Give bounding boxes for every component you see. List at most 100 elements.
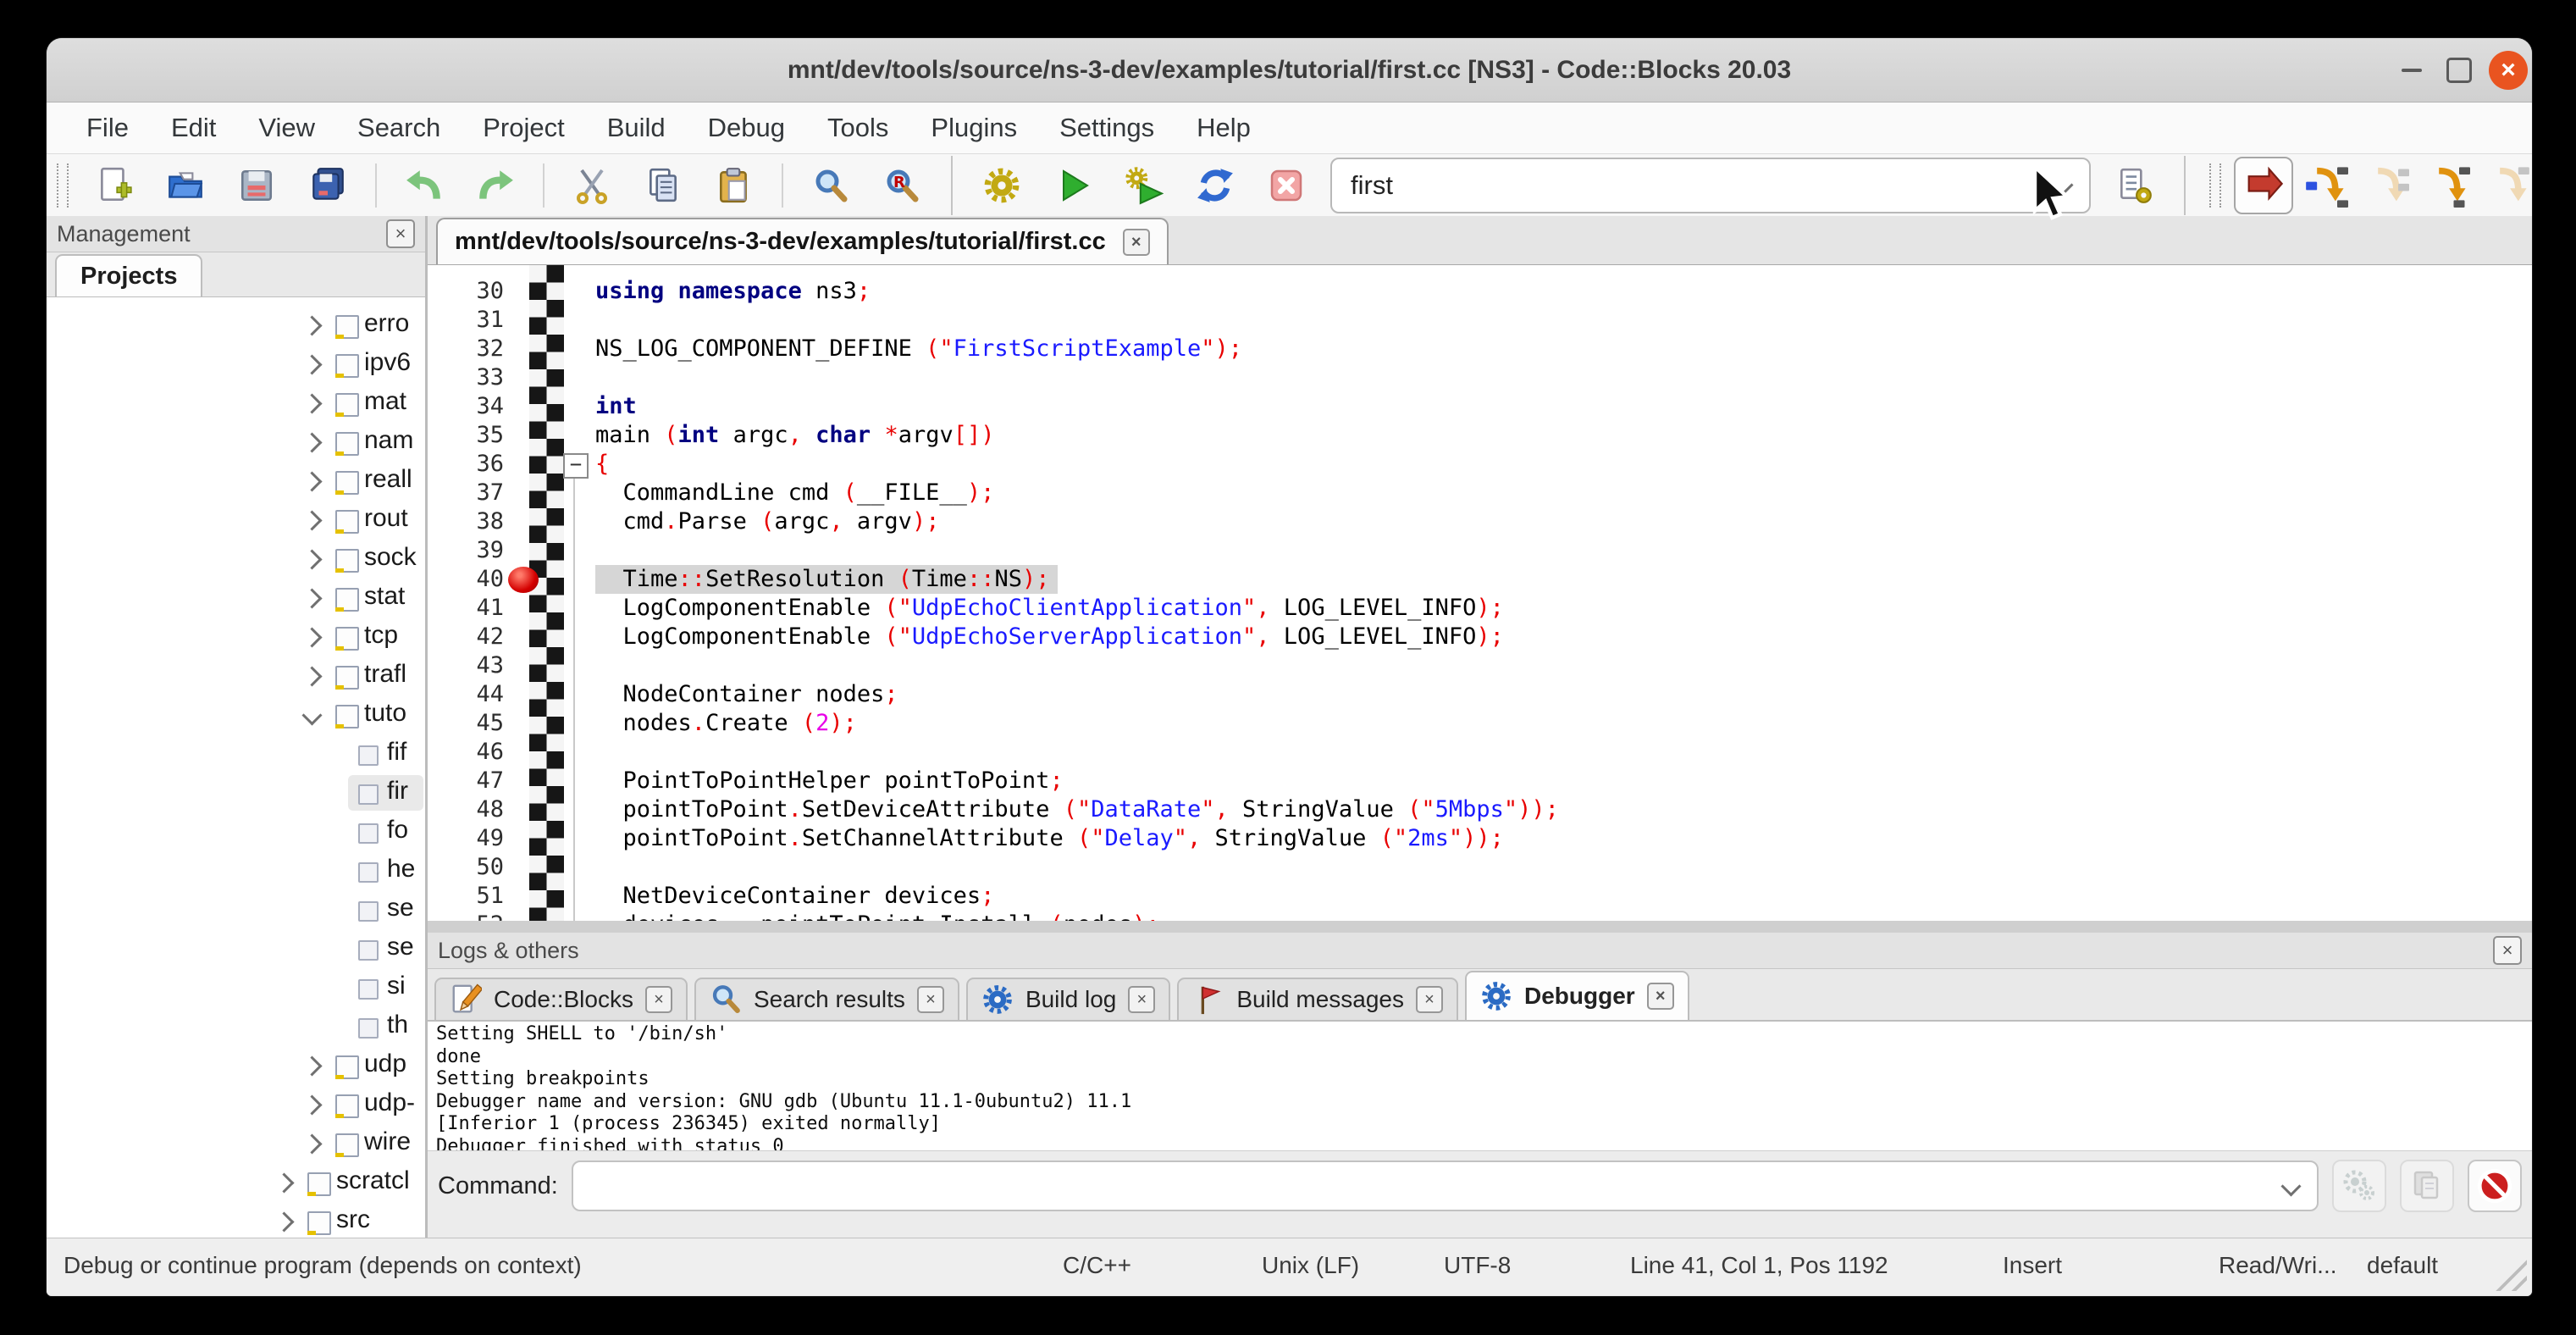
code-line-38[interactable]: 38 cmd.Parse (argc, argv);: [428, 507, 2532, 536]
step-out-button[interactable]: [2481, 158, 2532, 213]
code-line-31[interactable]: 31: [428, 306, 2532, 335]
stop-debugger-button[interactable]: [2468, 1160, 2522, 1212]
replace-button[interactable]: R: [880, 163, 924, 208]
code-line-34[interactable]: 34int: [428, 392, 2532, 421]
debugger-output[interactable]: Setting SHELL to '/bin/sh'doneSetting br…: [428, 1022, 2532, 1151]
tab-projects[interactable]: Projects: [55, 254, 202, 296]
code-line-43[interactable]: 43: [428, 651, 2532, 680]
tree-item-stat[interactable]: stat: [47, 579, 425, 618]
chevron-right-icon[interactable]: [301, 627, 322, 647]
breakpoint-marker[interactable]: [508, 567, 539, 593]
close-button[interactable]: ×: [2485, 38, 2532, 102]
tree-item-ipv6[interactable]: ipv6: [47, 345, 425, 384]
menu-help[interactable]: Help: [1175, 113, 1272, 143]
tree-item-fif[interactable]: fif: [47, 734, 425, 773]
rebuild-button[interactable]: [1193, 163, 1237, 208]
tree-item-he[interactable]: he: [47, 851, 425, 890]
tab-close-button[interactable]: ×: [1416, 986, 1443, 1013]
command-input[interactable]: [572, 1161, 2319, 1211]
tree-item-udp[interactable]: udp: [47, 1046, 425, 1085]
editor-tab-close-button[interactable]: ×: [1123, 229, 1150, 256]
chevron-right-icon[interactable]: [301, 666, 322, 686]
target-options-button[interactable]: [2113, 163, 2157, 208]
menu-debug[interactable]: Debug: [687, 113, 806, 143]
tree-item-wire[interactable]: wire: [47, 1124, 425, 1163]
menu-view[interactable]: View: [237, 113, 336, 143]
code-line-48[interactable]: 48 pointToPoint.SetDeviceAttribute ("Dat…: [428, 795, 2532, 824]
tab-search-results[interactable]: Search results×: [694, 978, 959, 1020]
build-target-combobox[interactable]: first: [1330, 158, 2091, 213]
build-button[interactable]: [980, 163, 1024, 208]
redo-button[interactable]: [473, 163, 517, 208]
chevron-right-icon[interactable]: [301, 1133, 322, 1154]
logs-close-button[interactable]: ×: [2493, 936, 2522, 965]
build-and-run-button[interactable]: [1122, 163, 1166, 208]
project-tree[interactable]: erroipv6matnamreallroutsockstattcptraflt…: [47, 297, 425, 1238]
tree-item-erro[interactable]: erro: [47, 306, 425, 345]
tree-item-mat[interactable]: mat: [47, 384, 425, 423]
chevron-right-icon[interactable]: [301, 549, 322, 569]
find-button[interactable]: [809, 163, 853, 208]
tree-item-udp-[interactable]: udp-: [47, 1085, 425, 1124]
resize-grip[interactable]: [2488, 1252, 2527, 1291]
code-line-50[interactable]: 50: [428, 853, 2532, 882]
chevron-right-icon[interactable]: [301, 393, 322, 413]
copy-log-button[interactable]: [2400, 1160, 2454, 1212]
debug-continue-button[interactable]: [2234, 157, 2293, 214]
chevron-right-icon[interactable]: [301, 1094, 322, 1115]
menu-build[interactable]: Build: [586, 113, 687, 143]
tree-item-rout[interactable]: rout: [47, 501, 425, 540]
code-line-52[interactable]: 52 devices = pointToPoint.Install (nodes…: [428, 911, 2532, 921]
tree-item-tuto[interactable]: tuto: [47, 695, 425, 734]
paste-button[interactable]: [712, 163, 756, 208]
minimize-button[interactable]: [2388, 38, 2435, 102]
step-into-button[interactable]: [2420, 158, 2476, 213]
tree-item-th[interactable]: th: [47, 1007, 425, 1046]
tree-item-reall[interactable]: reall: [47, 462, 425, 501]
chevron-right-icon[interactable]: [301, 1055, 322, 1076]
tree-item-sock[interactable]: sock: [47, 540, 425, 579]
toolbar-grip[interactable]: [57, 163, 69, 208]
tree-item-scratcl[interactable]: scratcl: [47, 1163, 425, 1202]
chevron-right-icon[interactable]: [301, 354, 322, 374]
chevron-right-icon[interactable]: [274, 1211, 294, 1232]
run-to-cursor-button[interactable]: [2298, 158, 2354, 213]
tab-build-log[interactable]: Build log×: [966, 978, 1170, 1020]
menu-file[interactable]: File: [65, 113, 150, 143]
tree-item-src[interactable]: src: [47, 1202, 425, 1238]
tree-item-trafl[interactable]: trafl: [47, 656, 425, 695]
tree-item-si[interactable]: si: [47, 968, 425, 1007]
code-line-39[interactable]: 39: [428, 536, 2532, 565]
run-button[interactable]: [1051, 163, 1095, 208]
save-all-button[interactable]: [306, 163, 350, 208]
code-line-44[interactable]: 44 NodeContainer nodes;: [428, 680, 2532, 709]
editor-tab-first-cc[interactable]: mnt/dev/tools/source/ns-3-dev/examples/t…: [436, 218, 1169, 264]
code-line-49[interactable]: 49 pointToPoint.SetChannelAttribute ("De…: [428, 824, 2532, 853]
tab-close-button[interactable]: ×: [1128, 986, 1155, 1013]
code-line-30[interactable]: 30using namespace ns3;: [428, 277, 2532, 306]
fold-marker[interactable]: −: [563, 453, 589, 479]
menu-project[interactable]: Project: [462, 113, 585, 143]
code-line-51[interactable]: 51 NetDeviceContainer devices;: [428, 882, 2532, 911]
code-line-47[interactable]: 47 PointToPointHelper pointToPoint;: [428, 767, 2532, 795]
code-line-40[interactable]: 40 Time::SetResolution (Time::NS);: [428, 565, 2532, 594]
cut-button[interactable]: [570, 163, 614, 208]
code-line-32[interactable]: 32NS_LOG_COMPONENT_DEFINE ("FirstScriptE…: [428, 335, 2532, 363]
debug-toolbar-grip[interactable]: [2209, 163, 2221, 208]
code-line-36[interactable]: 36−{: [428, 450, 2532, 479]
management-close-button[interactable]: ×: [386, 219, 415, 248]
code-line-37[interactable]: 37 CommandLine cmd (__FILE__);: [428, 479, 2532, 507]
copy-button[interactable]: [641, 163, 685, 208]
tab-debugger[interactable]: Debugger×: [1465, 971, 1689, 1020]
new-file-button[interactable]: [92, 163, 136, 208]
tree-item-nam[interactable]: nam: [47, 423, 425, 462]
tree-item-se[interactable]: se: [47, 929, 425, 968]
tree-item-se[interactable]: se: [47, 890, 425, 929]
abort-button[interactable]: [1264, 163, 1308, 208]
tab-close-button[interactable]: ×: [1647, 983, 1674, 1010]
menu-plugins[interactable]: Plugins: [909, 113, 1038, 143]
tab-close-button[interactable]: ×: [645, 986, 672, 1013]
code-line-33[interactable]: 33: [428, 363, 2532, 392]
tab-build-messages[interactable]: Build messages×: [1177, 978, 1458, 1020]
chevron-right-icon[interactable]: [301, 510, 322, 530]
